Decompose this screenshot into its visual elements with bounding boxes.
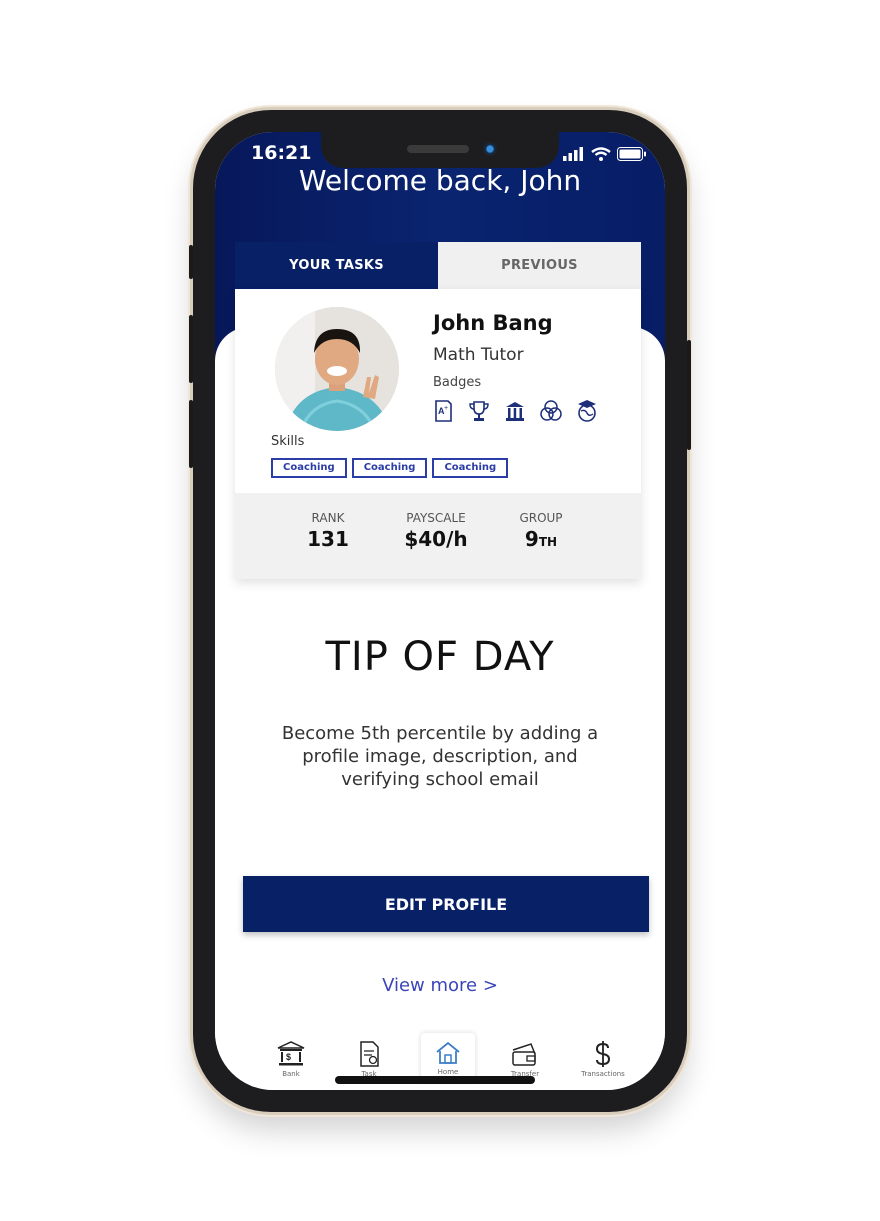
tab-bank-label: Bank — [282, 1070, 300, 1078]
stat-group-value: 9TH — [513, 527, 569, 551]
mute-switch — [189, 245, 193, 279]
stat-rank-value: 131 — [307, 527, 349, 551]
trophy-icon[interactable] — [467, 399, 491, 423]
tab-transactions[interactable]: Transactions — [573, 1040, 633, 1078]
svg-text:+: + — [444, 405, 448, 412]
stat-group: GROUP 9TH — [513, 511, 569, 551]
svg-text:$: $ — [286, 1052, 291, 1062]
tab-home[interactable]: Home — [418, 1040, 478, 1076]
skill-tag[interactable]: Coaching — [432, 458, 509, 478]
tip-body: Become 5th percentile by adding a profil… — [281, 723, 599, 790]
task-icon — [360, 1041, 379, 1067]
tab-home-label: Home — [437, 1068, 459, 1076]
stat-payscale: PAYSCALE $40/h — [401, 511, 471, 551]
grade-a-plus-icon[interactable]: A + — [431, 399, 455, 423]
welcome-title: Welcome back, John — [298, 164, 582, 197]
bank-icon: $ — [277, 1041, 305, 1066]
skills-row: Coaching Coaching Coaching — [271, 458, 509, 478]
skill-tag[interactable]: Coaching — [351, 458, 428, 478]
view-more-link[interactable]: View more > — [215, 975, 665, 996]
tab-transfer[interactable]: Transfer — [495, 1040, 555, 1078]
skills-label: Skills — [271, 434, 305, 449]
stats-bar: RANK 131 PAYSCALE $40/h GROUP 9TH — [235, 493, 641, 579]
profile-name: John Bang — [433, 311, 553, 335]
tip-title: TIP OF DAY — [325, 634, 555, 680]
tab-previous[interactable]: PREVIOUS — [438, 242, 641, 289]
stat-payscale-label: PAYSCALE — [406, 511, 466, 525]
avatar-image — [275, 307, 399, 431]
globe-graduation-icon[interactable] — [575, 399, 599, 423]
status-time: 16:21 — [251, 142, 312, 164]
front-camera — [483, 142, 497, 156]
profile-role: Math Tutor — [433, 345, 524, 365]
edit-profile-button[interactable]: EDIT PROFILE — [243, 876, 649, 932]
skill-tag[interactable]: Coaching — [271, 458, 347, 478]
signal-icon — [563, 147, 583, 161]
home-indicator — [335, 1076, 535, 1084]
stat-group-label: GROUP — [519, 511, 563, 525]
volume-down-button — [189, 400, 193, 468]
stat-rank-label: RANK — [311, 511, 345, 525]
screen: 16:21 Welcome back, John YOUR TASKS PREV… — [215, 132, 665, 1090]
badges-row: A + — [431, 399, 599, 423]
wifi-icon — [591, 147, 611, 161]
status-icons — [563, 147, 647, 161]
home-icon — [436, 1041, 460, 1064]
tab-bank[interactable]: $ Bank — [261, 1040, 321, 1078]
dollar-icon — [595, 1041, 611, 1067]
transfer-icon — [512, 1043, 536, 1066]
profile-card: John Bang Math Tutor Badges A + Skills C… — [235, 289, 641, 579]
speaker — [407, 145, 469, 153]
tab-your-tasks[interactable]: YOUR TASKS — [235, 242, 438, 289]
phone-frame: 16:21 Welcome back, John YOUR TASKS PREV… — [189, 110, 691, 1112]
power-button — [687, 340, 691, 450]
avatar[interactable] — [275, 307, 399, 431]
tab-transactions-label: Transactions — [581, 1070, 625, 1078]
stat-payscale-value: $40/h — [404, 527, 468, 551]
tab-task[interactable]: Task — [339, 1040, 399, 1078]
venn-icon[interactable] — [539, 399, 563, 423]
volume-up-button — [189, 315, 193, 383]
building-icon[interactable] — [503, 399, 527, 423]
badges-label: Badges — [433, 375, 482, 390]
stat-rank: RANK 131 — [303, 511, 353, 551]
stat-group-suffix: TH — [538, 535, 558, 549]
stat-group-number: 9 — [524, 527, 539, 551]
battery-icon — [617, 147, 646, 161]
task-tabs: YOUR TASKS PREVIOUS — [235, 242, 641, 289]
